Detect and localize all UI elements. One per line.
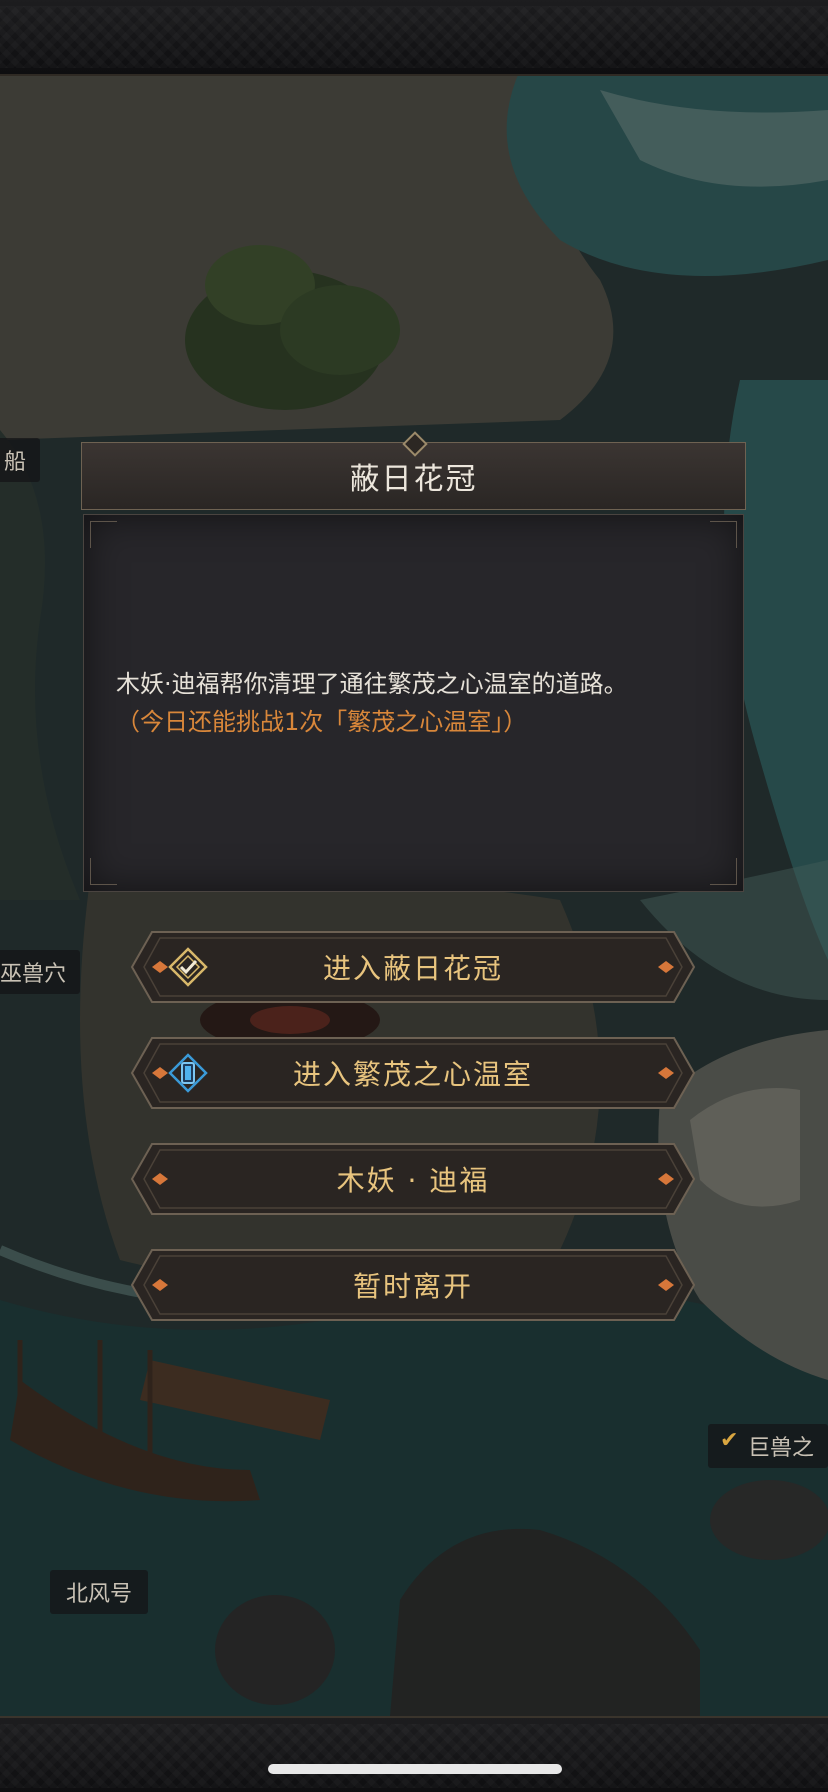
location-dialog: 蔽日花冠 木妖·迪福帮你清理了通往繁茂之心温室的道路。 （今日还能挑战1次「繁茂… xyxy=(81,431,746,892)
option-leave-button[interactable]: 暂时离开 xyxy=(130,1248,696,1322)
background-dim-overlay xyxy=(0,74,828,1716)
bottom-ornate-frame xyxy=(0,1716,828,1792)
dialog-title-bar: 蔽日花冠 xyxy=(81,431,746,510)
option-tree-spirit-button[interactable]: 木妖 · 迪福 xyxy=(130,1142,696,1216)
corner-ornament xyxy=(710,858,737,885)
option-label: 暂时离开 xyxy=(352,1270,473,1303)
corner-ornament xyxy=(90,521,117,548)
option-enter-canopy-button[interactable]: 进入蔽日花冠 xyxy=(130,930,696,1004)
check-mark-icon: ✔ xyxy=(720,1428,739,1453)
map-background: 船 巫兽穴 ✔ 巨兽之 北风号 xyxy=(0,0,828,1792)
dialog-message: 木妖·迪福帮你清理了通往繁茂之心温室的道路。 （今日还能挑战1次「繁茂之心温室」… xyxy=(116,665,716,741)
option-enter-greenhouse-button[interactable]: 进入繁茂之心温室 xyxy=(130,1036,696,1110)
option-label: 进入繁茂之心温室 xyxy=(292,1058,533,1091)
dialog-body: 木妖·迪福帮你清理了通往繁茂之心温室的道路。 （今日还能挑战1次「繁茂之心温室」… xyxy=(83,514,744,892)
dialog-message-note: （今日还能挑战1次「繁茂之心温室」） xyxy=(116,708,528,736)
top-ornate-frame xyxy=(0,0,828,76)
corner-ornament xyxy=(710,521,737,548)
option-label: 木妖 · 迪福 xyxy=(336,1164,490,1197)
map-label-giant-beast-text: 巨兽之 xyxy=(748,1436,815,1461)
blue-crystal-icon xyxy=(168,1053,208,1093)
option-label: 进入蔽日花冠 xyxy=(322,952,503,985)
map-label-ship[interactable]: 船 xyxy=(0,438,41,482)
corner-ornament xyxy=(90,858,117,885)
checked-diamond-icon xyxy=(168,947,208,987)
home-indicator[interactable] xyxy=(268,1764,562,1774)
dialog-title: 蔽日花冠 xyxy=(349,462,478,497)
dialog-message-main: 木妖·迪福帮你清理了通往繁茂之心温室的道路。 xyxy=(116,670,628,698)
map-label-giant-beast[interactable]: ✔ 巨兽之 xyxy=(708,1424,828,1468)
map-label-north-wind[interactable]: 北风号 xyxy=(50,1570,149,1614)
map-label-beast-cave[interactable]: 巫兽穴 xyxy=(0,950,81,994)
